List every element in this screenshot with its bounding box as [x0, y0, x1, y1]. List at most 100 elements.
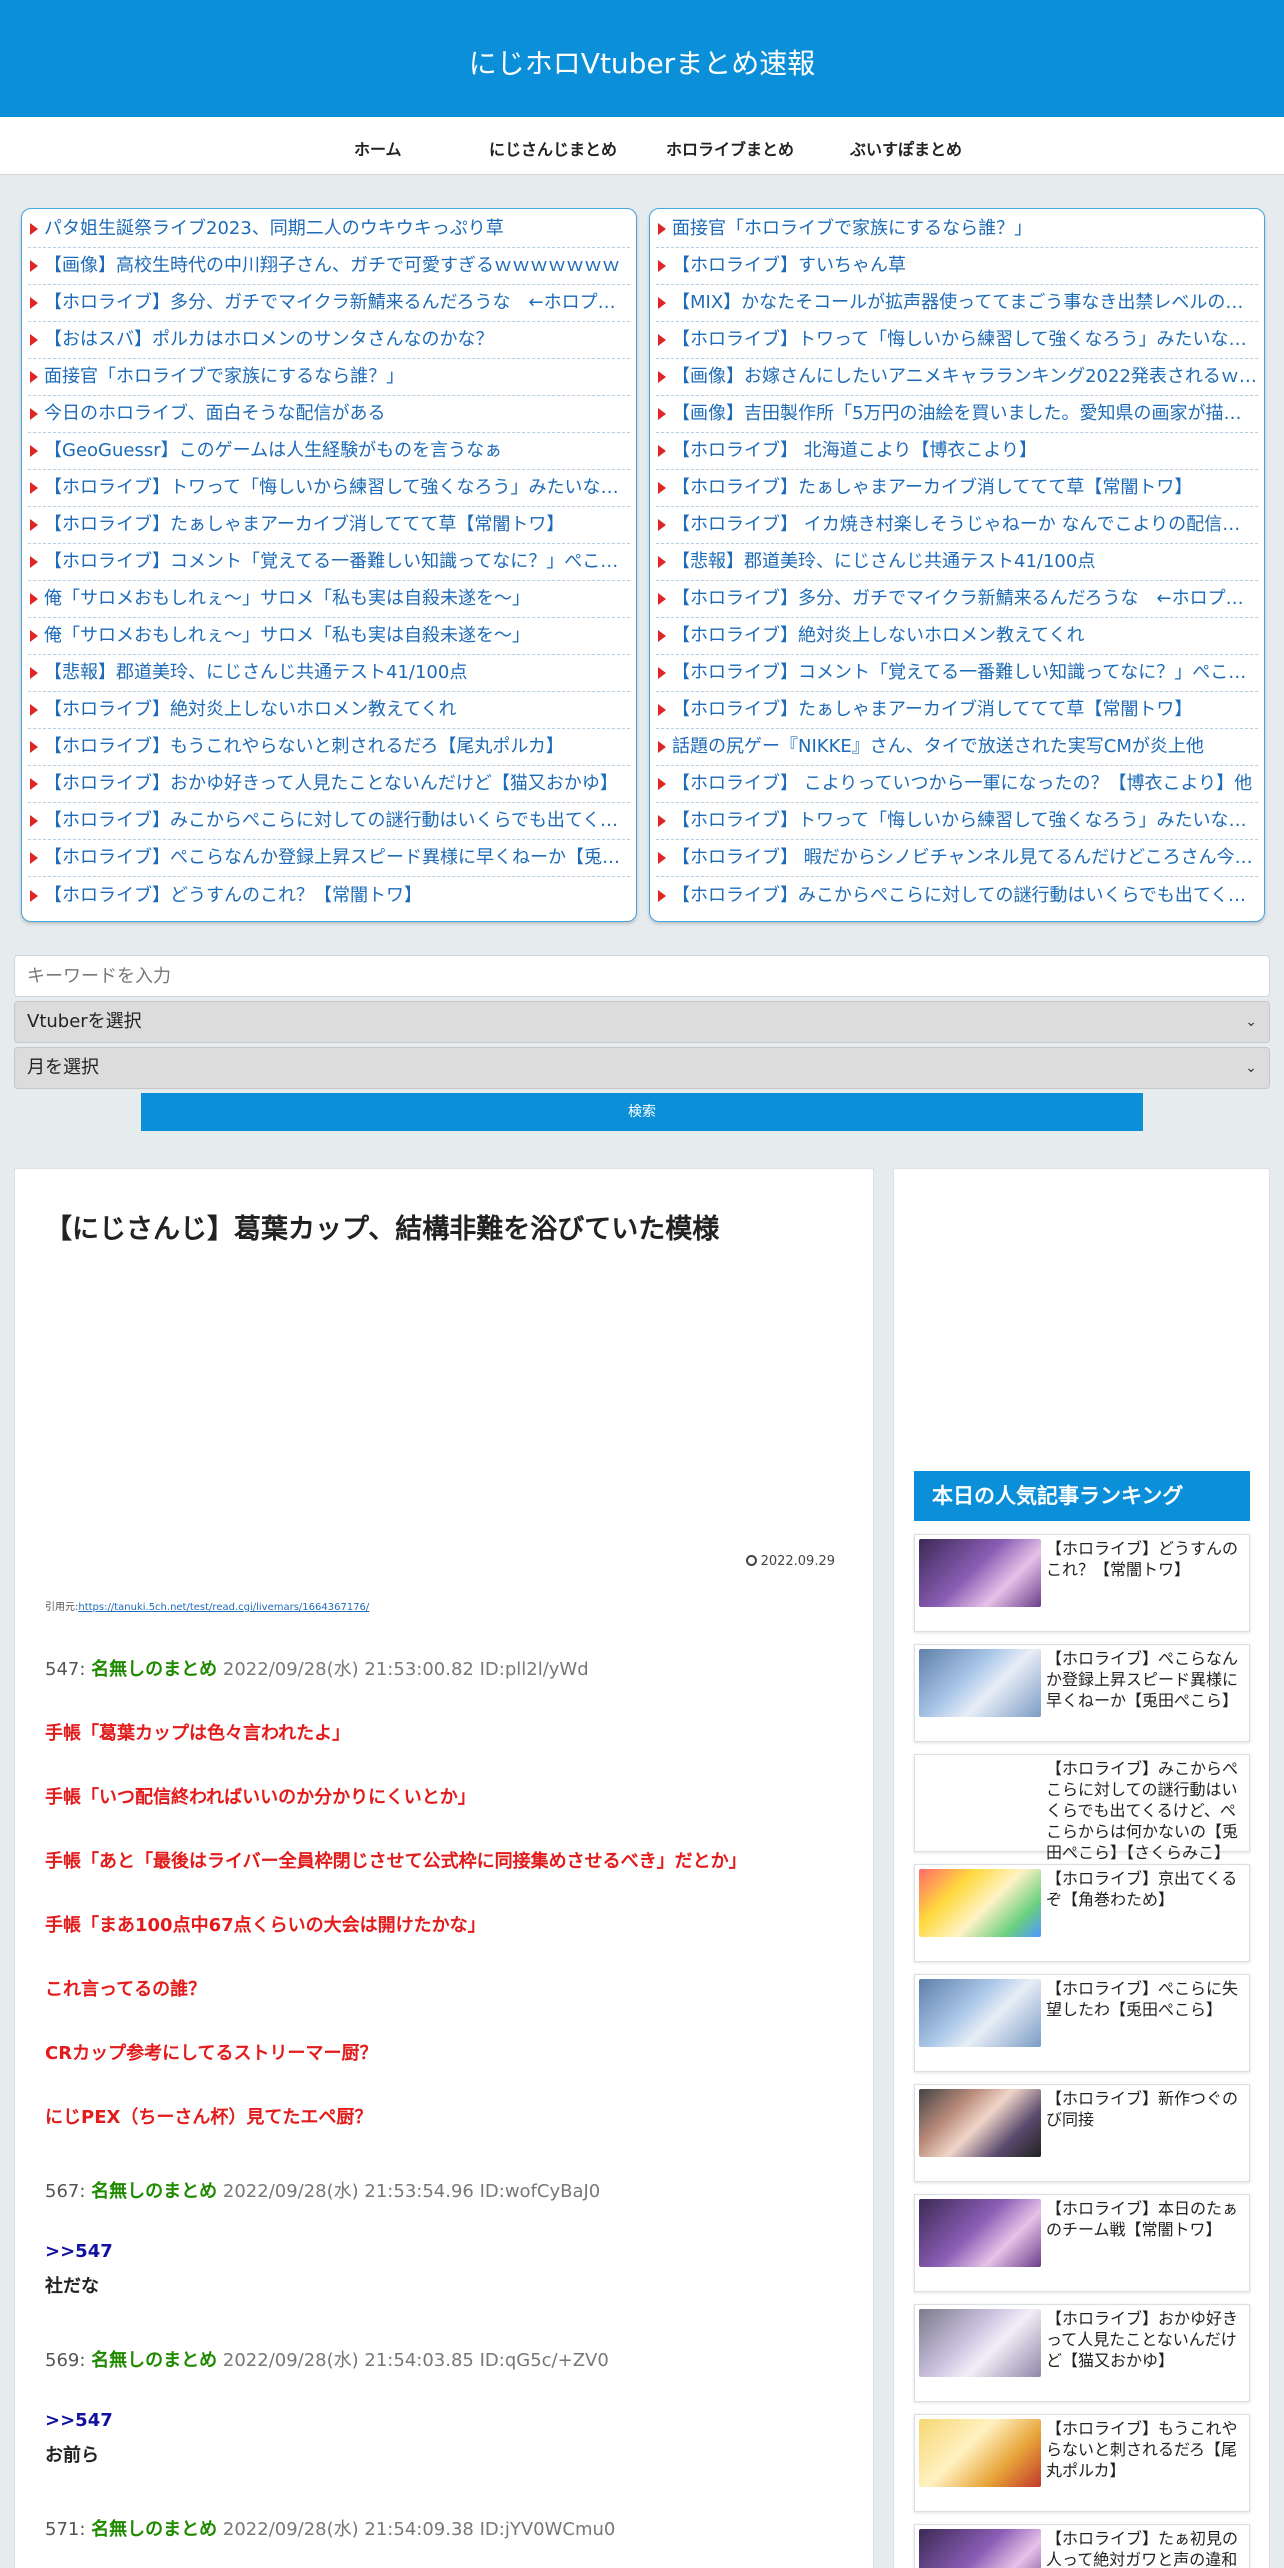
- link-list-item[interactable]: 【画像】お嫁さんにしたいアニメキャラランキング2022発表されるｗ…: [656, 359, 1258, 396]
- ranking-thumbnail[interactable]: [919, 1649, 1041, 1717]
- ranking-thumbnail[interactable]: [919, 2309, 1041, 2377]
- ranking-thumbnail[interactable]: [919, 2529, 1041, 2568]
- link-list-item[interactable]: 俺「サロメおもしれぇ～」サロメ「私も実は自殺未遂を～」: [28, 618, 630, 655]
- search-button[interactable]: 検索: [141, 1093, 1143, 1131]
- link-item-text[interactable]: 【GeoGuessr】このゲームは人生経験がものを言うなぁ: [44, 433, 502, 469]
- link-list-item[interactable]: パタ姐生誕祭ライブ2023、同期二人のウキウキっぷり草: [28, 211, 630, 248]
- link-list-item[interactable]: 面接官「ホロライブで家族にするなら誰？」: [656, 211, 1258, 248]
- link-item-text[interactable]: 【悲報】郡道美玲、にじさんじ共通テスト41/100点: [44, 655, 467, 691]
- ranking-thumbnail[interactable]: [919, 1979, 1041, 2047]
- link-list-item[interactable]: 【ホロライブ】 暇だからシノビチャンネル見てるんだけどころさん今…: [656, 840, 1258, 877]
- link-list-item[interactable]: 面接官「ホロライブで家族にするなら誰？」: [28, 359, 630, 396]
- link-item-text[interactable]: 今日のホロライブ、面白そうな配信がある: [44, 396, 385, 432]
- link-list-item[interactable]: 今日のホロライブ、面白そうな配信がある: [28, 396, 630, 433]
- ranking-thumbnail[interactable]: [919, 1869, 1041, 1937]
- ranking-title[interactable]: 【ホロライブ】たぁ初見の人って絶対ガワと声の違和: [1046, 2528, 1246, 2568]
- link-list-item[interactable]: 【ホロライブ】 こよりっていつから一軍になったの？【博衣こより】他: [656, 766, 1258, 803]
- link-list-item[interactable]: 【ホロライブ】みこからぺこらに対しての謎行動はいくらでも出てくる…: [656, 877, 1258, 914]
- link-item-text[interactable]: 俺「サロメおもしれぇ～」サロメ「私も実は自殺未遂を～」: [44, 581, 530, 617]
- link-list-item[interactable]: 話題の尻ゲー『NIKKE』さん、タイで放送された実写CMが炎上他: [656, 729, 1258, 766]
- link-item-text[interactable]: 【ホロライブ】もうこれやらないと刺されるだろ【尾丸ポルカ】: [44, 729, 564, 765]
- ranking-item[interactable]: 【ホロライブ】本日のたぁのチーム戦【常闇トワ】: [914, 2194, 1250, 2292]
- link-list-item[interactable]: 俺「サロメおもしれぇ～」サロメ「私も実は自殺未遂を～」: [28, 581, 630, 618]
- site-title[interactable]: にじホロVtuberまとめ速報: [0, 42, 1284, 82]
- link-item-text[interactable]: 【画像】お嫁さんにしたいアニメキャラランキング2022発表されるｗ…: [672, 359, 1257, 395]
- link-list-item[interactable]: 【ホロライブ】コメント「覚えてる一番難しい知識ってなに？」ぺこら…: [656, 655, 1258, 692]
- link-item-text[interactable]: 【ホロライブ】 暇だからシノビチャンネル見てるんだけどころさん今…: [672, 840, 1253, 876]
- ranking-thumbnail[interactable]: [919, 1759, 1041, 1827]
- link-item-text[interactable]: 【ホロライブ】 こよりっていつから一軍になったの？【博衣こより】他: [672, 766, 1252, 802]
- link-list-item[interactable]: 【ホロライブ】トワって「悔しいから練習して強くなろう」みたいな感…: [656, 803, 1258, 840]
- link-item-text[interactable]: 【ホロライブ】 イカ焼き村楽しそうじゃねーか なんでこよりの配信見…: [672, 507, 1258, 543]
- ranking-title[interactable]: 【ホロライブ】もうこれやらないと刺されるだろ【尾丸ポルカ】: [1046, 2418, 1246, 2481]
- ranking-item[interactable]: 【ホロライブ】どうすんのこれ？【常闇トワ】: [914, 1534, 1250, 1632]
- link-item-text[interactable]: 話題の尻ゲー『NIKKE』さん、タイで放送された実写CMが炎上他: [672, 729, 1204, 765]
- link-list-item[interactable]: 【悲報】郡道美玲、にじさんじ共通テスト41/100点: [656, 544, 1258, 581]
- nav-vspo[interactable]: ぶいすぽまとめ: [850, 136, 962, 160]
- link-list-item[interactable]: 【ホロライブ】みこからぺこらに対しての謎行動はいくらでも出てくる…: [28, 803, 630, 840]
- link-list-item[interactable]: 【GeoGuessr】このゲームは人生経験がものを言うなぁ: [28, 433, 630, 470]
- link-item-text[interactable]: 【MIX】かなたそコールが拡声器使っててまごう事なき出禁レベルのう…: [672, 285, 1258, 321]
- ranking-item[interactable]: 【ホロライブ】おかゆ好きって人見たことないんだけど【猫又おかゆ】: [914, 2304, 1250, 2402]
- ranking-title[interactable]: 【ホロライブ】京出てくるぞ【角巻わため】: [1046, 1868, 1246, 1910]
- link-item-text[interactable]: 【ホロライブ】たぁしゃまアーカイブ消しててて草【常闇トワ】: [44, 507, 564, 543]
- ranking-item[interactable]: 【ホロライブ】ぺこらなんか登録上昇スピード異様に早くねーか【兎田ぺこら】: [914, 1644, 1250, 1742]
- link-item-text[interactable]: 【ホロライブ】すいちゃん草: [672, 248, 906, 284]
- link-list-item[interactable]: 【悲報】郡道美玲、にじさんじ共通テスト41/100点: [28, 655, 630, 692]
- link-item-text[interactable]: 【ホロライブ】みこからぺこらに対しての謎行動はいくらでも出てくる…: [672, 878, 1258, 914]
- link-item-text[interactable]: 【ホロライブ】たぁしゃまアーカイブ消しててて草【常闇トワ】: [672, 470, 1192, 506]
- reply-anchor[interactable]: >>547: [45, 2241, 113, 2262]
- link-list-item[interactable]: 【ホロライブ】絶対炎上しないホロメン教えてくれ: [656, 618, 1258, 655]
- keyword-search-input[interactable]: [14, 955, 1270, 997]
- link-item-text[interactable]: 【画像】吉田製作所「5万円の油絵を買いました。愛知県の画家が描い…: [672, 396, 1258, 432]
- link-list-item[interactable]: 【ホロライブ】たぁしゃまアーカイブ消しててて草【常闇トワ】: [28, 507, 630, 544]
- ranking-thumbnail[interactable]: [919, 2419, 1041, 2487]
- link-item-text[interactable]: パタ姐生誕祭ライブ2023、同期二人のウキウキっぷり草: [44, 211, 504, 247]
- link-item-text[interactable]: 【おはスバ】ポルカはホロメンのサンタさんなのかな？: [44, 322, 493, 358]
- reply-anchor[interactable]: >>547: [45, 2410, 113, 2431]
- ranking-title[interactable]: 【ホロライブ】ぺこらに失望したわ【兎田ぺこら】: [1046, 1978, 1246, 2020]
- link-list-item[interactable]: 【ホロライブ】どうすんのこれ？【常闇トワ】: [28, 877, 630, 914]
- link-item-text[interactable]: 【ホロライブ】トワって「悔しいから練習して強くなろう」みたいな感…: [672, 803, 1258, 839]
- link-item-text[interactable]: 【ホロライブ】コメント「覚えてる一番難しい知識ってなに？」ぺこら…: [44, 544, 630, 580]
- ranking-item[interactable]: 【ホロライブ】ぺこらに失望したわ【兎田ぺこら】: [914, 1974, 1250, 2072]
- link-list-item[interactable]: 【ホロライブ】コメント「覚えてる一番難しい知識ってなに？」ぺこら…: [28, 544, 630, 581]
- nav-hololive[interactable]: ホロライブまとめ: [666, 136, 794, 160]
- link-item-text[interactable]: 【ホロライブ】多分、ガチでマイクラ新鯖来るんだろうな ←ホロプロ…: [44, 285, 630, 321]
- link-item-text[interactable]: 【ホロライブ】コメント「覚えてる一番難しい知識ってなに？」ぺこら…: [672, 655, 1258, 691]
- ranking-item[interactable]: 【ホロライブ】もうこれやらないと刺されるだろ【尾丸ポルカ】: [914, 2414, 1250, 2512]
- ranking-title[interactable]: 【ホロライブ】どうすんのこれ？【常闇トワ】: [1046, 1538, 1246, 1580]
- link-item-text[interactable]: 【ホロライブ】絶対炎上しないホロメン教えてくれ: [44, 692, 457, 728]
- link-list-item[interactable]: 【ホロライブ】 イカ焼き村楽しそうじゃねーか なんでこよりの配信見…: [656, 507, 1258, 544]
- link-item-text[interactable]: 俺「サロメおもしれぇ～」サロメ「私も実は自殺未遂を～」: [44, 618, 530, 654]
- ranking-thumbnail[interactable]: [919, 2199, 1041, 2267]
- link-item-text[interactable]: 【ホロライブ】 北海道こより【博衣こより】: [672, 433, 1037, 469]
- link-item-text[interactable]: 【ホロライブ】どうすんのこれ？【常闇トワ】: [44, 878, 422, 914]
- ranking-item[interactable]: 【ホロライブ】新作つぐのび同接: [914, 2084, 1250, 2182]
- link-list-item[interactable]: 【ホロライブ】多分、ガチでマイクラ新鯖来るんだろうな ←ホロプロ…: [28, 285, 630, 322]
- link-item-text[interactable]: 【ホロライブ】ぺこらなんか登録上昇スピード異様に早くねーか【兎田…: [44, 840, 630, 876]
- link-list-item[interactable]: 【ホロライブ】もうこれやらないと刺されるだろ【尾丸ポルカ】: [28, 729, 630, 766]
- link-item-text[interactable]: 面接官「ホロライブで家族にするなら誰？」: [44, 359, 404, 395]
- ranking-title[interactable]: 【ホロライブ】本日のたぁのチーム戦【常闇トワ】: [1046, 2198, 1246, 2240]
- ranking-item[interactable]: 【ホロライブ】みこからぺこらに対しての謎行動はいくらでも出てくるけど、ぺこらから…: [914, 1754, 1250, 1862]
- link-list-item[interactable]: 【ホロライブ】たぁしゃまアーカイブ消しててて草【常闇トワ】: [656, 692, 1258, 729]
- ranking-item[interactable]: 【ホロライブ】京出てくるぞ【角巻わため】: [914, 1864, 1250, 1962]
- ranking-title[interactable]: 【ホロライブ】ぺこらなんか登録上昇スピード異様に早くねーか【兎田ぺこら】: [1046, 1648, 1246, 1711]
- ranking-thumbnail[interactable]: [919, 1539, 1041, 1607]
- vtuber-select[interactable]: Vtuberを選択 ⌄: [14, 1001, 1270, 1043]
- link-list-item[interactable]: 【おはスバ】ポルカはホロメンのサンタさんなのかな？: [28, 322, 630, 359]
- ranking-title[interactable]: 【ホロライブ】みこからぺこらに対しての謎行動はいくらでも出てくるけど、ぺこらから…: [1046, 1758, 1246, 1863]
- month-select[interactable]: 月を選択 ⌄: [14, 1047, 1270, 1089]
- link-list-item[interactable]: 【ホロライブ】ぺこらなんか登録上昇スピード異様に早くねーか【兎田…: [28, 840, 630, 877]
- link-item-text[interactable]: 【ホロライブ】トワって「悔しいから練習して強くなろう」みたいな感…: [44, 470, 630, 506]
- link-list-item[interactable]: 【ホロライブ】絶対炎上しないホロメン教えてくれ: [28, 692, 630, 729]
- link-item-text[interactable]: 【ホロライブ】トワって「悔しいから練習して強くなろう」みたいな感…: [672, 322, 1258, 358]
- link-item-text[interactable]: 【ホロライブ】たぁしゃまアーカイブ消しててて草【常闇トワ】: [672, 692, 1192, 728]
- link-list-item[interactable]: 【ホロライブ】トワって「悔しいから練習して強くなろう」みたいな感…: [656, 322, 1258, 359]
- ranking-item[interactable]: 【ホロライブ】たぁ初見の人って絶対ガワと声の違和: [914, 2524, 1250, 2568]
- link-item-text[interactable]: 【ホロライブ】みこからぺこらに対しての謎行動はいくらでも出てくる…: [44, 803, 630, 839]
- link-list-item[interactable]: 【ホロライブ】すいちゃん草: [656, 248, 1258, 285]
- link-list-item[interactable]: 【ホロライブ】トワって「悔しいから練習して強くなろう」みたいな感…: [28, 470, 630, 507]
- link-item-text[interactable]: 面接官「ホロライブで家族にするなら誰？」: [672, 211, 1032, 247]
